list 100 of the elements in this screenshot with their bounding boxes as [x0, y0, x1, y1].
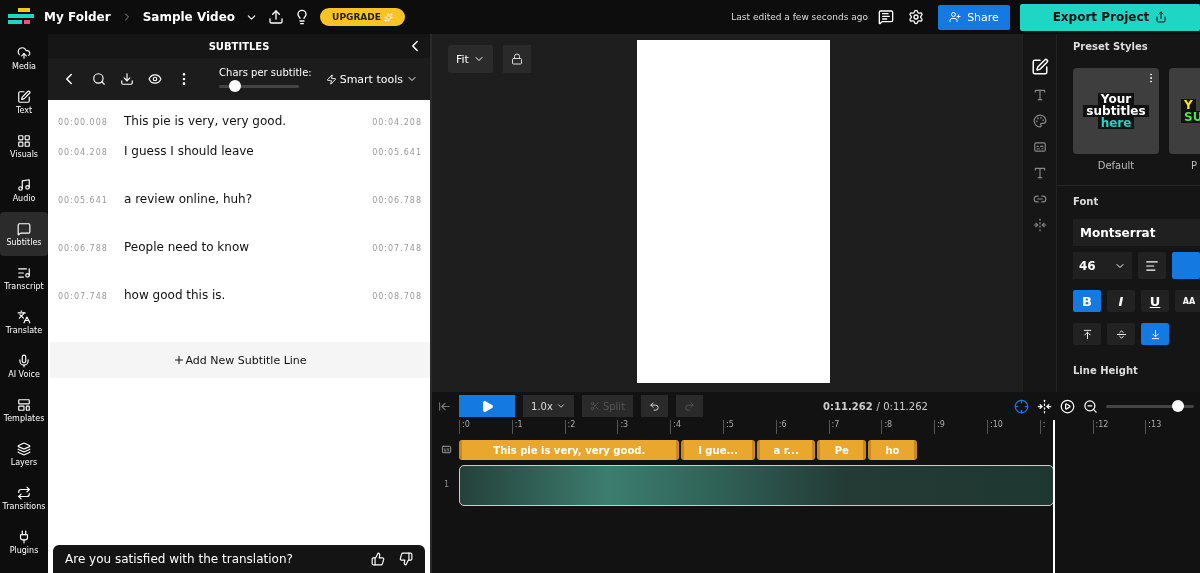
chars-slider[interactable] [219, 79, 300, 92]
rail-item[interactable]: Plugins [0, 520, 48, 564]
upload-icon[interactable] [268, 9, 285, 25]
rail-item[interactable]: Translate [0, 300, 48, 344]
zoom-slider[interactable] [1105, 400, 1194, 412]
playhead[interactable] [1052, 420, 1055, 573]
position-button[interactable] [1107, 323, 1135, 345]
end-time: 00:05.641 [372, 147, 422, 157]
rail-item[interactable]: Audio [0, 168, 48, 212]
track-number: 1 [444, 480, 450, 489]
fit-timeline-icon[interactable] [1036, 398, 1052, 414]
zoom-out-icon[interactable] [1082, 398, 1098, 414]
rail-item[interactable]: AI Voice [0, 344, 48, 388]
rail-item[interactable]: Transitions [0, 476, 48, 520]
slider-thumb[interactable] [229, 79, 242, 92]
loop-arrows-icon [17, 485, 31, 500]
thumbs-up-icon[interactable] [371, 552, 385, 566]
video-clip[interactable] [459, 465, 1054, 506]
text-outline-icon[interactable] [1032, 166, 1047, 180]
download-icon[interactable] [120, 72, 134, 86]
feedback-question: Are you satisfied with the translation? [65, 552, 294, 566]
ruler-tick: :0 [459, 420, 512, 434]
end-time: 00:07.748 [372, 243, 422, 253]
text-icon[interactable] [1032, 88, 1047, 102]
align-top-icon [1081, 328, 1093, 340]
speed-dropdown[interactable]: 1.0x [523, 395, 574, 417]
lightning-icon [325, 73, 337, 85]
rail-item[interactable]: Subtitles [0, 212, 48, 256]
lock-icon [510, 53, 523, 65]
preset-preview-text: Y [1181, 99, 1196, 111]
upgrade-button[interactable]: UPGRADE [320, 8, 405, 26]
fit-dropdown[interactable]: Fit [448, 45, 493, 73]
pen-square-icon [17, 89, 31, 104]
plus-icon [173, 354, 186, 366]
add-line-button[interactable]: Add New Subtitle Line [50, 342, 430, 378]
subtitle-text[interactable]: I guess I should leave [124, 144, 373, 158]
play-circle-icon[interactable] [1059, 398, 1075, 414]
align-left-icon [1145, 258, 1159, 273]
settings-icon[interactable] [908, 9, 924, 25]
align-middle-icon [1115, 328, 1127, 340]
share-button[interactable]: Share [938, 4, 1010, 30]
subtitle-text[interactable]: a review online, huh? [124, 192, 373, 206]
collapse-left-icon[interactable] [438, 399, 451, 413]
format-button[interactable]: AA [1175, 290, 1200, 312]
ruler-tick: :10 [986, 420, 1040, 434]
search-icon[interactable] [92, 72, 106, 86]
subtitle-track-icon [441, 444, 452, 455]
pen-square-icon[interactable] [1030, 58, 1049, 76]
subtitle-text[interactable]: People need to know [124, 240, 373, 254]
rail-item[interactable]: Templates [0, 388, 48, 432]
section-title: Line Height [1073, 365, 1139, 376]
subtitle-text[interactable]: how good this is. [124, 288, 373, 302]
play-button[interactable] [459, 395, 516, 417]
cloud-upload-icon [17, 45, 31, 60]
folder-link[interactable]: My Folder [44, 10, 111, 24]
last-edited-text: Last edited a few seconds ago [731, 12, 868, 22]
eye-icon[interactable] [148, 72, 162, 86]
rail-item[interactable]: Layers [0, 432, 48, 476]
rail-item[interactable]: Visuals [0, 124, 48, 168]
ruler-tick: :3 [617, 420, 671, 434]
preset-label: Default [1097, 160, 1135, 171]
rail-item[interactable]: Text [0, 80, 48, 124]
format-button[interactable]: U [1141, 290, 1169, 312]
export-button[interactable]: Export Project [1020, 3, 1200, 31]
start-time: 00:04.208 [58, 147, 109, 157]
layers-icon [17, 441, 31, 456]
panel-title: SUBTITLES [208, 40, 270, 52]
start-time: 00:05.641 [58, 195, 109, 205]
size-dropdown[interactable]: 46 [1073, 252, 1132, 279]
preset-card[interactable]: Your subtitles here [1073, 68, 1159, 154]
bowtie-icon[interactable] [1032, 218, 1047, 232]
rail-item[interactable]: Media [0, 36, 48, 80]
section-title: Preset Styles [1073, 41, 1149, 52]
thumbs-down-icon[interactable] [399, 552, 413, 566]
ruler-tick: :12 [1092, 420, 1146, 434]
rail-item[interactable]: Transcript [0, 256, 48, 300]
start-time: 00:07.748 [58, 291, 109, 301]
link-icon[interactable] [1032, 192, 1047, 206]
ruler-tick: :8 [881, 420, 935, 434]
snap-icon[interactable] [1013, 398, 1029, 414]
comments-icon[interactable] [878, 9, 894, 25]
palette-icon[interactable] [1032, 114, 1047, 128]
lock-button[interactable] [502, 45, 531, 73]
transcript-icon [17, 265, 31, 280]
subtitle-text[interactable]: This pie is very, very good. [124, 114, 373, 128]
format-button[interactable]: B [1073, 290, 1101, 312]
caption-box-icon[interactable] [1032, 140, 1047, 154]
smart-tools-button[interactable]: Smart tools [325, 68, 418, 90]
position-button[interactable] [1073, 323, 1101, 345]
format-button[interactable]: I [1107, 290, 1135, 312]
align-button[interactable] [1138, 252, 1166, 279]
current-time: 0:11.262 [823, 400, 873, 412]
end-time: 00:08.708 [372, 291, 422, 301]
align-bottom-icon [1149, 328, 1161, 340]
slider-thumb[interactable] [1172, 400, 1185, 412]
project-title[interactable]: Sample Video [142, 10, 236, 24]
font-dropdown[interactable]: Montserrat [1073, 219, 1200, 246]
play-icon [480, 399, 494, 413]
share-icon [1155, 11, 1168, 23]
undo-button[interactable] [641, 395, 669, 417]
